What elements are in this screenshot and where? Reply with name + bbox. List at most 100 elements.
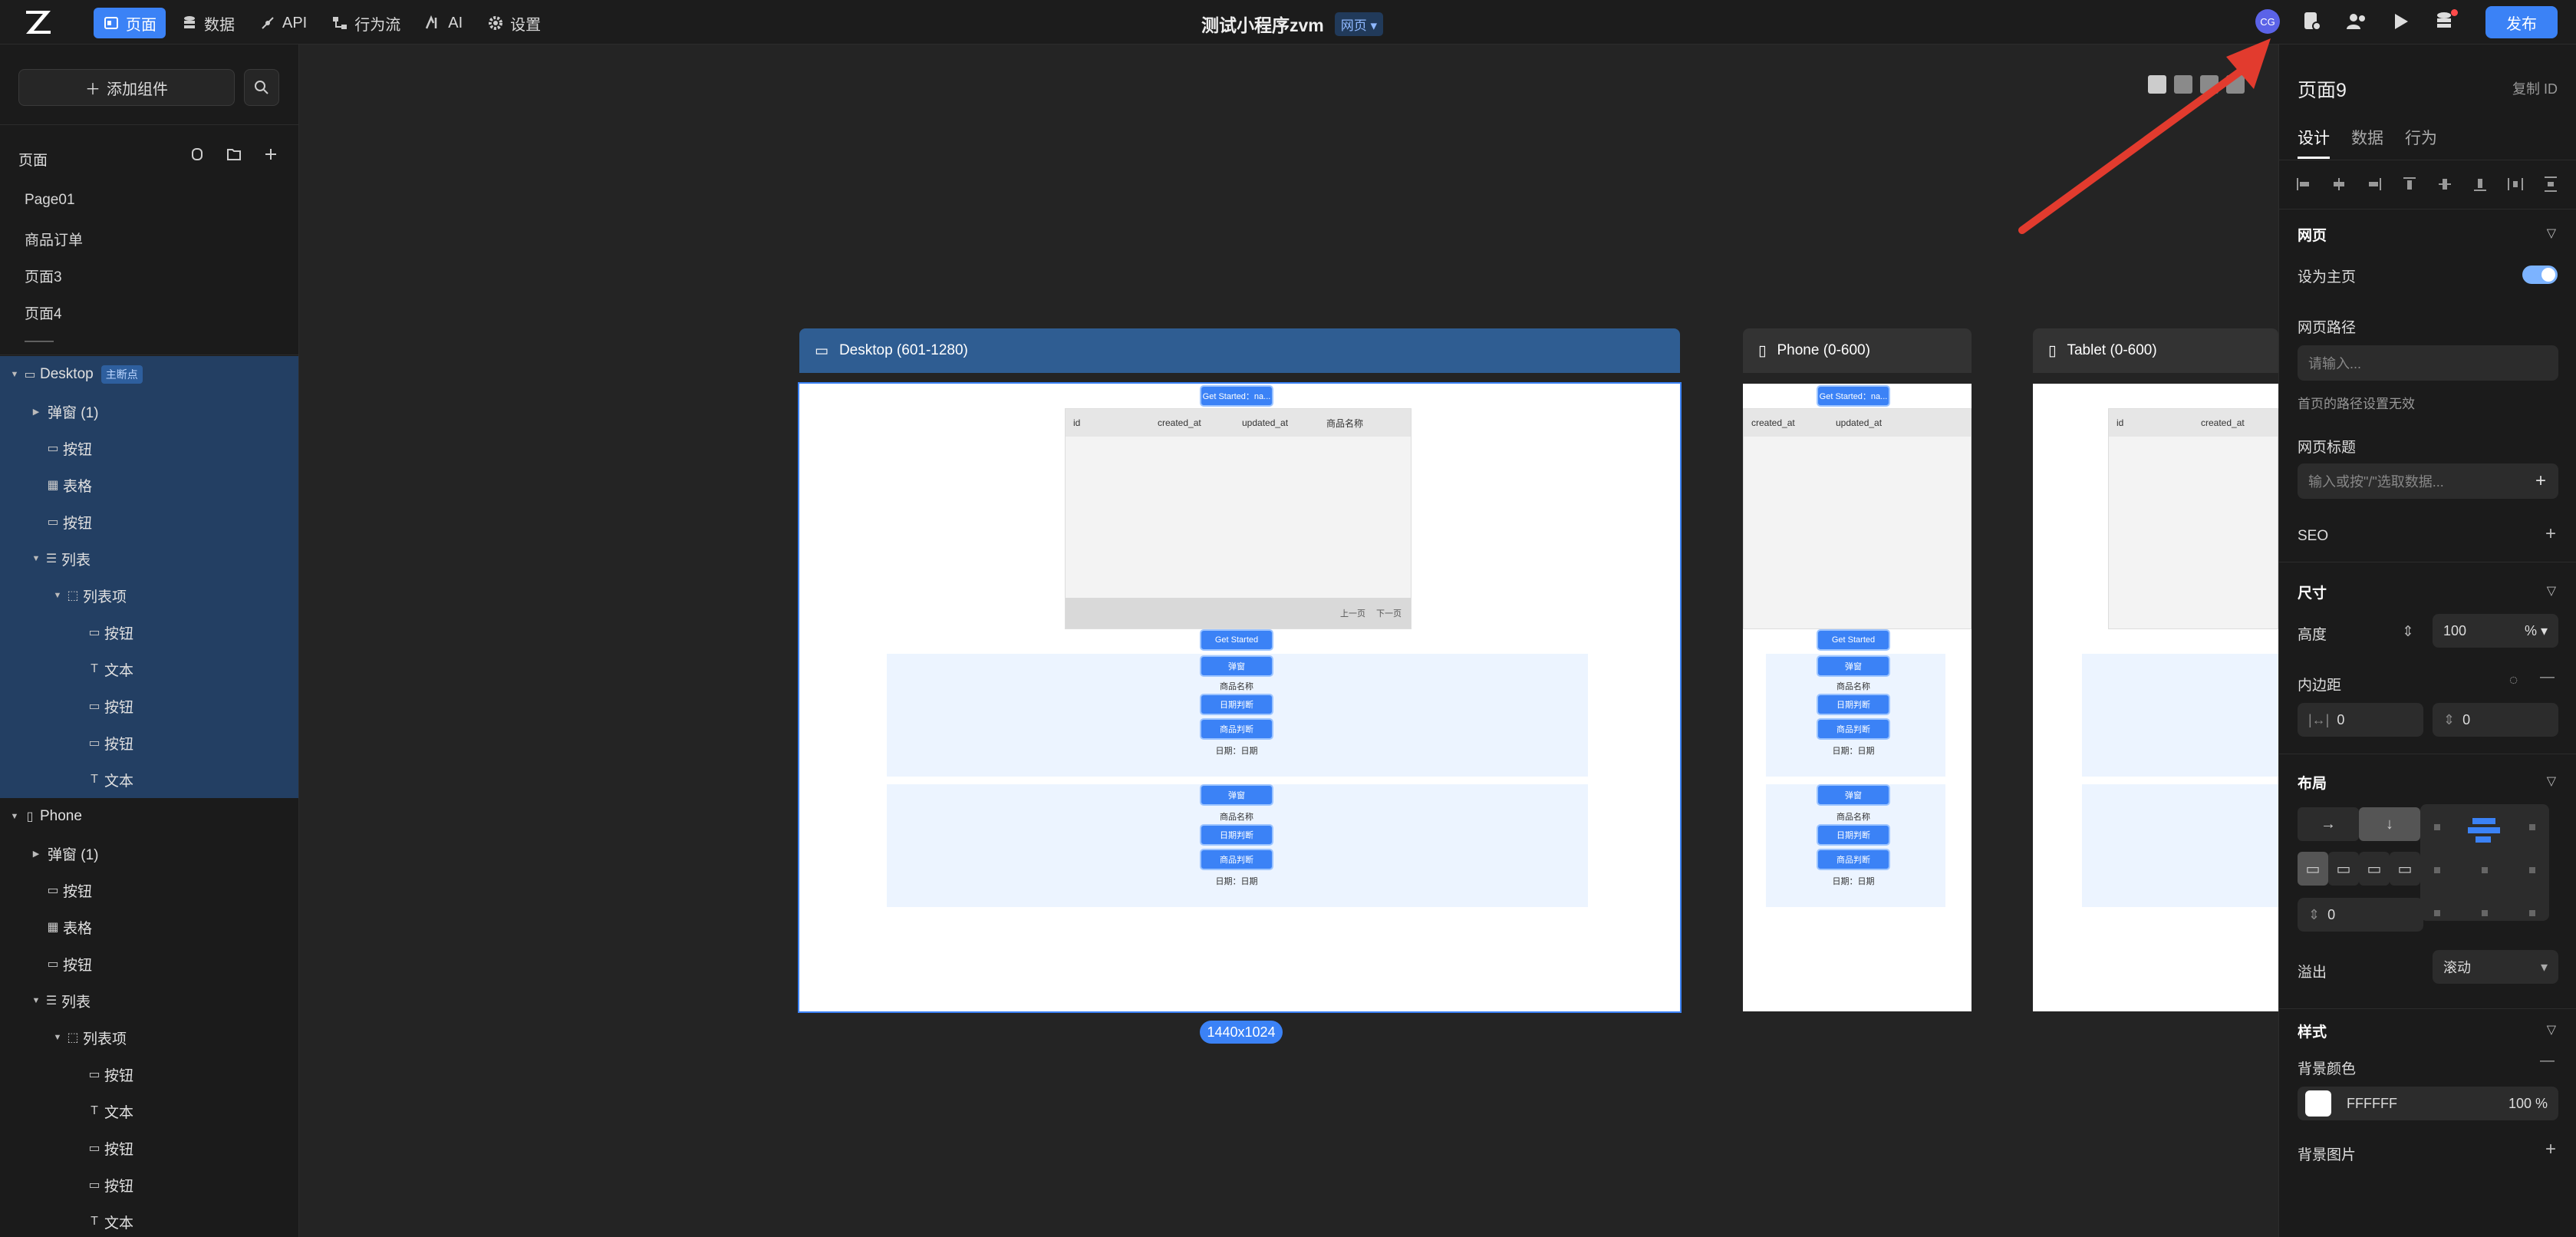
desktop-frame-header[interactable]: ▭ Desktop (601-1280): [799, 328, 1680, 373]
page-type-icon[interactable]: [187, 144, 207, 164]
tree-button[interactable]: ▭ 按钮: [0, 872, 298, 909]
prev-page-button[interactable]: 上一页: [1340, 607, 1365, 619]
collapse-arrow-icon[interactable]: ▶: [31, 849, 41, 859]
users-icon[interactable]: [2344, 9, 2369, 34]
chevron-down-icon[interactable]: ▽: [2547, 583, 2556, 599]
web-path-input[interactable]: 请输入...: [2298, 345, 2558, 381]
tree-list-item[interactable]: ▼ ⬚ 列表项: [0, 1019, 298, 1056]
page-settings-icon[interactable]: [2300, 9, 2324, 34]
list-item-box[interactable]: [2082, 784, 2278, 907]
align-center-v-icon[interactable]: [2436, 175, 2454, 193]
tree-list[interactable]: ▼ ☰ 列表: [0, 982, 298, 1019]
product-judge-button[interactable]: 商品判断: [1817, 718, 1890, 740]
tree-list-item[interactable]: ▼ ⬚ 列表项: [0, 577, 298, 614]
tree-button[interactable]: ▭ 按钮: [0, 614, 298, 651]
add-seo-icon[interactable]: +: [2545, 523, 2556, 545]
nav-data[interactable]: 数据: [172, 8, 244, 38]
nav-ai[interactable]: AI: [416, 8, 472, 38]
page-item[interactable]: 页面3: [25, 266, 62, 286]
tablet-frame-header[interactable]: ▯ Tablet (0-600): [2033, 328, 2278, 373]
tree-button[interactable]: ▭ 按钮: [0, 503, 298, 540]
bg-color-swatch[interactable]: [2305, 1090, 2331, 1117]
padding-x-input[interactable]: |↔| 0: [2298, 703, 2423, 737]
tree-text[interactable]: T 文本: [0, 1203, 298, 1237]
nav-flow[interactable]: 行为流: [322, 8, 410, 38]
get-started-button[interactable]: Get Started: [1200, 629, 1273, 651]
alignment-grid[interactable]: [2420, 804, 2549, 921]
align-center-button[interactable]: ▭: [2328, 852, 2359, 886]
app-title-area[interactable]: 测试小程序zvm 网页 ▾: [1201, 11, 1384, 37]
copy-id-button[interactable]: 复制 ID: [2512, 78, 2558, 98]
align-left-icon[interactable]: [2294, 175, 2313, 193]
expand-arrow-icon[interactable]: ▼: [52, 591, 63, 600]
chevron-down-icon[interactable]: ▽: [2547, 1022, 2556, 1037]
align-stretch-button[interactable]: ▭: [2390, 852, 2420, 886]
height-unit-select[interactable]: % ▾: [2525, 623, 2548, 639]
tree-desktop[interactable]: ▼ ▭ Desktop 主断点: [0, 356, 298, 393]
chevron-down-icon[interactable]: ▽: [2547, 226, 2556, 241]
app-logo[interactable]: [23, 8, 54, 37]
tablet-frame[interactable]: id created_at: [2033, 384, 2278, 1011]
tree-list[interactable]: ▼ ☰ 列表: [0, 540, 298, 577]
distribute-h-icon[interactable]: [2506, 175, 2525, 193]
database-settings-icon[interactable]: [2433, 9, 2458, 34]
minus-icon[interactable]: —: [2540, 1053, 2555, 1070]
page-item[interactable]: 页面4: [25, 302, 62, 323]
page-item[interactable]: ——: [25, 333, 54, 350]
tree-popup[interactable]: ▶ 弹窗 (1): [0, 393, 298, 430]
height-input[interactable]: 100 % ▾: [2433, 614, 2558, 648]
direction-row-button[interactable]: →: [2298, 807, 2359, 841]
add-bg-image-icon[interactable]: +: [2545, 1139, 2556, 1160]
tree-text[interactable]: T 文本: [0, 761, 298, 798]
app-type-badge[interactable]: 网页 ▾: [1334, 12, 1384, 36]
add-folder-icon[interactable]: [224, 144, 244, 164]
tree-button[interactable]: ▭ 按钮: [0, 945, 298, 982]
phone-frame-header[interactable]: ▯ Phone (0-600): [1743, 328, 1972, 373]
align-end-button[interactable]: ▭: [2359, 852, 2390, 886]
expand-arrow-icon[interactable]: ▼: [31, 996, 41, 1005]
expand-arrow-icon[interactable]: ▼: [31, 554, 41, 563]
publish-button[interactable]: 发布: [2485, 6, 2558, 38]
nav-pages[interactable]: 页面: [94, 8, 166, 38]
add-page-icon[interactable]: [261, 144, 281, 164]
page-item[interactable]: 商品订单: [25, 229, 83, 249]
popup-button[interactable]: 弹窗: [1200, 655, 1273, 677]
get-started-top-button[interactable]: Get Started：na...: [1200, 385, 1273, 407]
tree-text[interactable]: T 文本: [0, 651, 298, 688]
play-icon[interactable]: [2389, 9, 2413, 34]
padding-mode-icon[interactable]: ◌: [2509, 672, 2518, 689]
date-judge-button[interactable]: 日期判断: [1817, 694, 1890, 715]
tree-button[interactable]: ▭ 按钮: [0, 430, 298, 467]
chevron-down-icon[interactable]: ▽: [2547, 774, 2556, 789]
tree-button[interactable]: ▭ 按钮: [0, 1130, 298, 1166]
tree-button[interactable]: ▭ 按钮: [0, 724, 298, 761]
popup-button[interactable]: 弹窗: [1817, 784, 1890, 806]
expand-arrow-icon[interactable]: ▼: [9, 370, 20, 379]
data-table[interactable]: id created_at: [2108, 408, 2278, 629]
get-started-button[interactable]: Get Started: [1817, 629, 1890, 651]
date-judge-button[interactable]: 日期判断: [1817, 824, 1890, 846]
padding-y-input[interactable]: ⇕ 0: [2433, 703, 2558, 737]
collapse-arrow-icon[interactable]: ▶: [31, 407, 41, 417]
search-button[interactable]: [244, 69, 279, 106]
tab-data[interactable]: 数据: [2351, 126, 2383, 159]
height-mode-icon[interactable]: ⇕: [2402, 623, 2414, 641]
tree-phone[interactable]: ▼ ▯ Phone: [0, 798, 298, 835]
tree-popup[interactable]: ▶ 弹窗 (1): [0, 835, 298, 872]
tree-table[interactable]: ▦ 表格: [0, 467, 298, 503]
align-right-icon[interactable]: [2365, 175, 2383, 193]
overflow-select[interactable]: 滚动 ▾: [2433, 950, 2558, 984]
next-page-button[interactable]: 下一页: [1376, 607, 1402, 619]
product-judge-button[interactable]: 商品判断: [1200, 718, 1273, 740]
nav-settings[interactable]: 设置: [478, 8, 550, 38]
phone-frame[interactable]: Get Started：na... created_at updated_at …: [1743, 384, 1972, 1011]
product-judge-button[interactable]: 商品判断: [1817, 849, 1890, 870]
tree-button[interactable]: ▭ 按钮: [0, 1166, 298, 1203]
align-top-icon[interactable]: [2400, 175, 2419, 193]
get-started-top-button[interactable]: Get Started：na...: [1817, 385, 1890, 407]
tree-button[interactable]: ▭ 按钮: [0, 688, 298, 724]
gap-input[interactable]: ⇕ 0: [2298, 898, 2423, 932]
tree-button[interactable]: ▭ 按钮: [0, 1056, 298, 1093]
align-bottom-icon[interactable]: [2471, 175, 2489, 193]
data-table[interactable]: id created_at updated_at 商品名称 上一页 下一页: [1065, 408, 1412, 629]
